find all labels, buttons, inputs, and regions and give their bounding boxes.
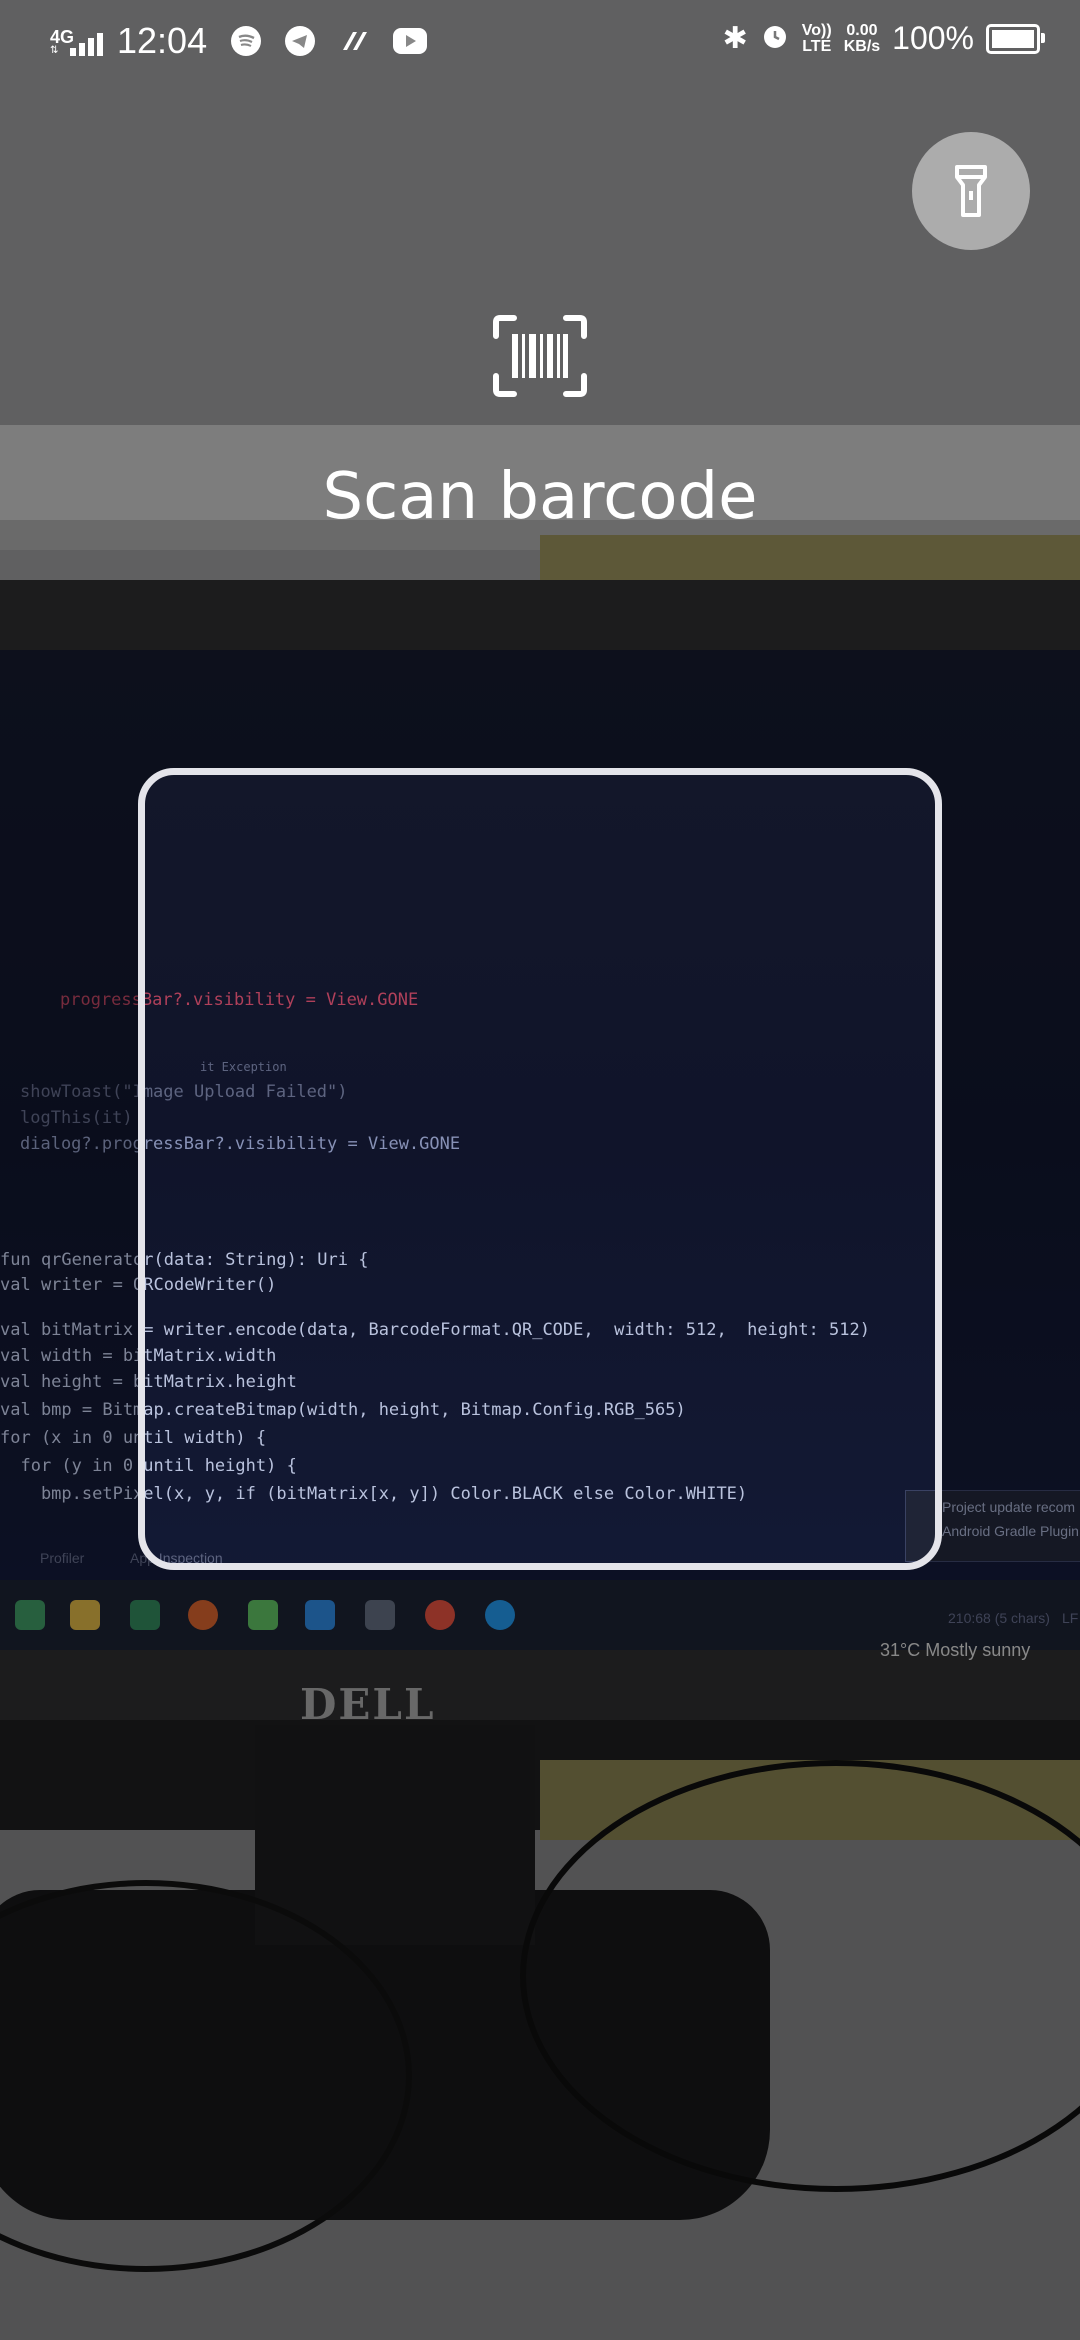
taskbar-app-icon (130, 1600, 160, 1630)
clock: 12:04 (117, 20, 208, 61)
taskbar-app-icon (365, 1600, 395, 1630)
code-line: logThis(it) (20, 1108, 133, 1128)
vscode-icon (305, 1600, 335, 1630)
lte-label: LTE (802, 37, 832, 55)
barcode-scan-icon (493, 315, 587, 397)
alarm-icon (760, 21, 790, 56)
battery-icon (986, 23, 1045, 54)
speed-unit: KB/s (843, 37, 881, 55)
scan-frame (138, 768, 942, 1570)
page-title: Scan barcode (322, 460, 758, 534)
monitor-stand (255, 1725, 535, 1945)
char-count: 210:68 (5 chars) (948, 1610, 1050, 1626)
edge-icon (485, 1600, 515, 1630)
telegram-icon (285, 26, 316, 56)
signal-icon (70, 26, 104, 56)
status-bar: 4G ⇅ 12:04 ✱ Vo)) LTE 0.00 KB/s 100% (0, 0, 1080, 86)
battery-percentage: 100% (892, 20, 974, 56)
paytm-icon (339, 26, 369, 56)
data-arrows-icon: ⇅ (50, 45, 59, 56)
speed-value: 0.00 (846, 21, 878, 39)
bluetooth-vibrate-icon: ✱ (722, 22, 748, 55)
dell-logo: DELL (300, 1680, 436, 1729)
popup-title: Project update recom (942, 1499, 1076, 1515)
flashlight-button[interactable] (912, 132, 1030, 250)
youtube-icon (393, 28, 428, 54)
folder-icon (70, 1600, 100, 1630)
network-indicator: 4G ⇅ (50, 26, 104, 56)
flashlight-icon (955, 165, 987, 217)
popup-subtitle: Android Gradle Plugin (942, 1523, 1079, 1539)
network-speed: 0.00 KB/s (843, 21, 881, 55)
chrome-icon (425, 1600, 455, 1630)
volte-indicator: Vo)) LTE (801, 21, 832, 55)
spotify-icon (231, 26, 262, 56)
taskbar-app-icon (188, 1600, 218, 1630)
taskbar-app-icon (248, 1600, 278, 1630)
profiler-label: Profiler (40, 1550, 85, 1566)
volte-label: Vo)) (801, 21, 832, 39)
taskbar-app-icon (15, 1600, 45, 1630)
line-ending: LF (1062, 1610, 1079, 1626)
weather-text: 31°C Mostly sunny (880, 1640, 1031, 1660)
